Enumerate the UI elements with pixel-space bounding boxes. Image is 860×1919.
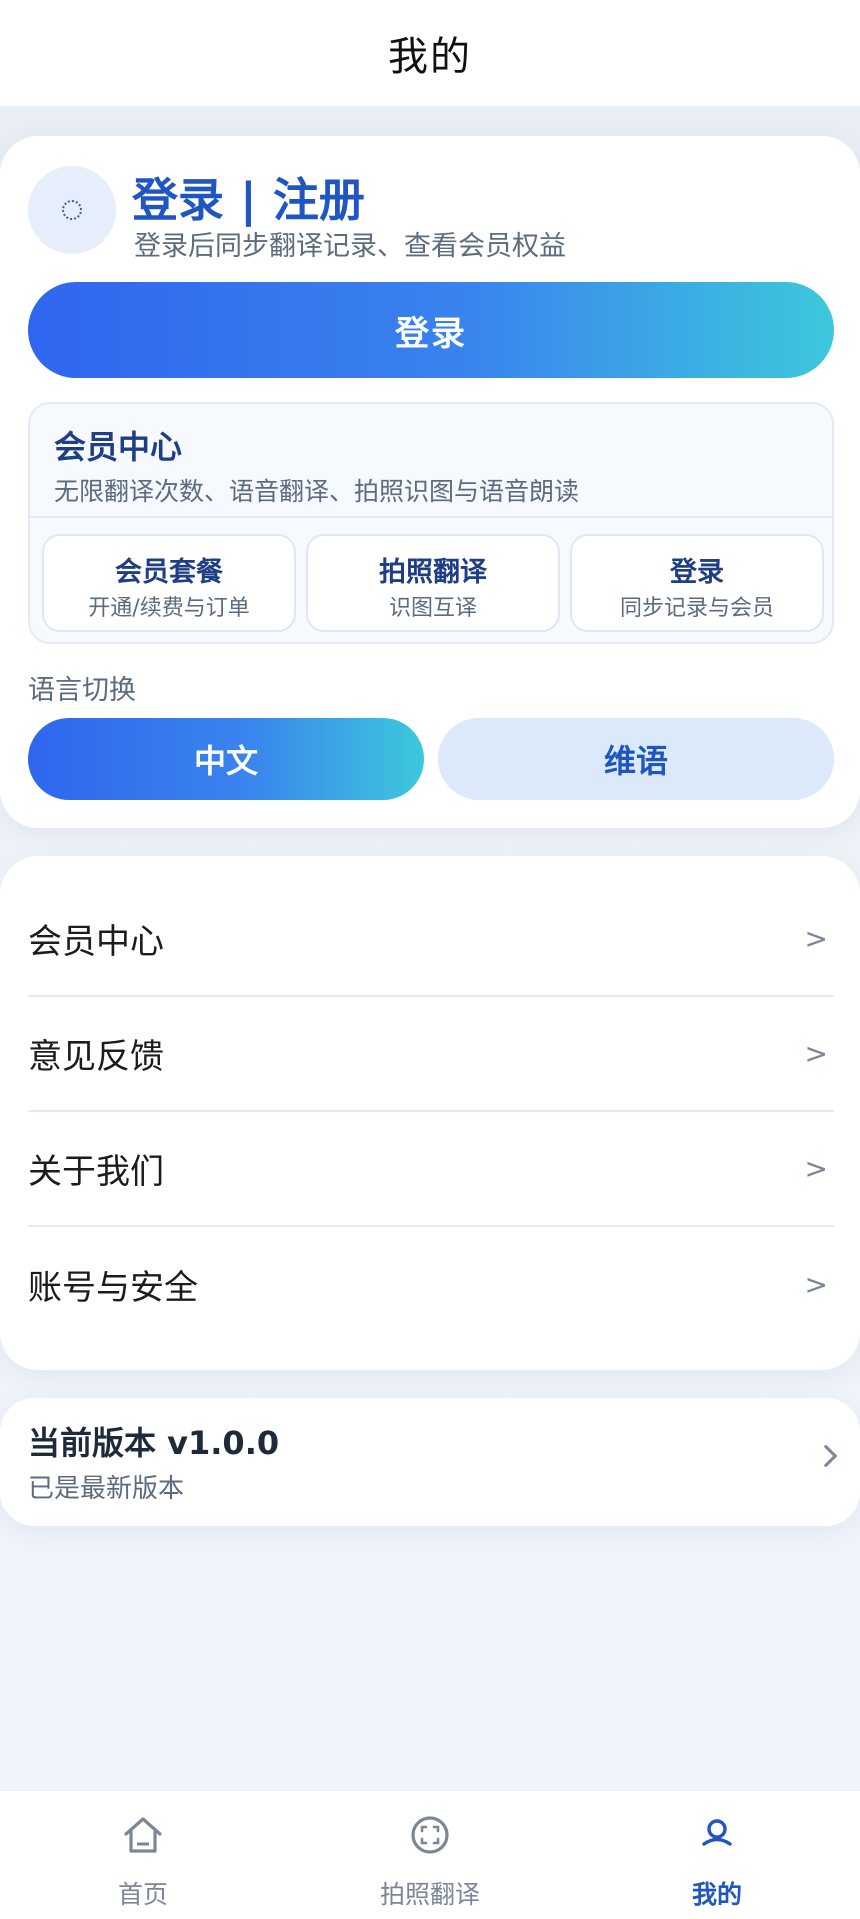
member-center-panel: 会员中心 无限翻译次数、语音翻译、拍照识图与语音朗读 会员套餐 开通/续费与订单… (28, 402, 834, 644)
home-icon (124, 1817, 162, 1853)
photo-translate-button[interactable]: 拍照翻译 识图互译 (306, 534, 560, 632)
language-switch-label: 语言切换 (28, 675, 136, 706)
chevron-right-icon: > (804, 922, 828, 955)
menu-item-feedback[interactable]: 意见反馈 > (28, 997, 834, 1112)
quick-item-subtitle: 开通/续费与订单 (88, 596, 250, 621)
tab-photo-translate[interactable]: 拍照翻译 (287, 1791, 573, 1919)
quick-item-title: 登录 (670, 557, 724, 588)
menu-item-member-center[interactable]: 会员中心 > (28, 882, 834, 997)
tab-label: 首页 (117, 1880, 168, 1909)
settings-menu-card: 会员中心 > 意见反馈 > 关于我们 > 账号与安全 > (0, 856, 860, 1370)
version-title: 当前版本 v1.0.0 (28, 1424, 280, 1462)
version-status: 已是最新版本 (28, 1474, 185, 1504)
language-option-chinese[interactable]: 中文 (28, 718, 424, 800)
version-card[interactable]: 当前版本 v1.0.0 已是最新版本 (0, 1398, 860, 1526)
menu-item-label: 关于我们 (28, 1152, 164, 1192)
language-option-uyghur[interactable]: 维语 (438, 718, 834, 800)
login-subtitle: 登录后同步翻译记录、查看会员权益 (134, 231, 566, 262)
quick-item-subtitle: 识图互译 (388, 596, 477, 621)
menu-item-account-security[interactable]: 账号与安全 > (28, 1227, 834, 1342)
member-plan-button[interactable]: 会员套餐 开通/续费与订单 (42, 534, 296, 632)
tab-home[interactable]: 首页 (0, 1791, 286, 1919)
user-icon (702, 1819, 732, 1846)
menu-item-label: 意见反馈 (28, 1037, 164, 1077)
member-center-title: 会员中心 (54, 428, 183, 466)
menu-item-label: 账号与安全 (28, 1268, 198, 1308)
quick-item-title: 拍照翻译 (379, 557, 487, 588)
login-button[interactable]: 登录 (28, 282, 834, 378)
page-title: 我的 (388, 34, 472, 80)
chevron-right-icon (814, 1444, 838, 1468)
login-register-link[interactable]: 登录 | 注册 (132, 164, 365, 230)
chevron-right-icon: > (804, 1268, 828, 1301)
bottom-tab-bar: 首页 拍照翻译 我的 (0, 1790, 860, 1919)
camera-scan-icon (411, 1816, 449, 1854)
quick-item-subtitle: 同步记录与会员 (619, 596, 774, 621)
menu-item-label: 会员中心 (28, 922, 164, 962)
chevron-right-icon: > (804, 1152, 828, 1185)
avatar-placeholder-icon (62, 200, 82, 220)
member-center-header[interactable]: 会员中心 无限翻译次数、语音翻译、拍照识图与语音朗读 (30, 404, 832, 518)
tab-label: 拍照翻译 (379, 1880, 480, 1909)
profile-card: 登录 | 注册 登录后同步翻译记录、查看会员权益 登录 会员中心 无限翻译次数、… (0, 136, 860, 828)
chevron-right-icon: > (804, 1037, 828, 1070)
menu-item-about-us[interactable]: 关于我们 > (28, 1112, 834, 1227)
top-header: 我的 (0, 0, 860, 106)
avatar[interactable] (28, 166, 116, 254)
tab-label: 我的 (691, 1880, 742, 1909)
tab-mine[interactable]: 我的 (574, 1791, 860, 1919)
quick-login-button[interactable]: 登录 同步记录与会员 (570, 534, 824, 632)
quick-item-title: 会员套餐 (115, 557, 223, 588)
member-center-description: 无限翻译次数、语音翻译、拍照识图与语音朗读 (54, 477, 580, 506)
